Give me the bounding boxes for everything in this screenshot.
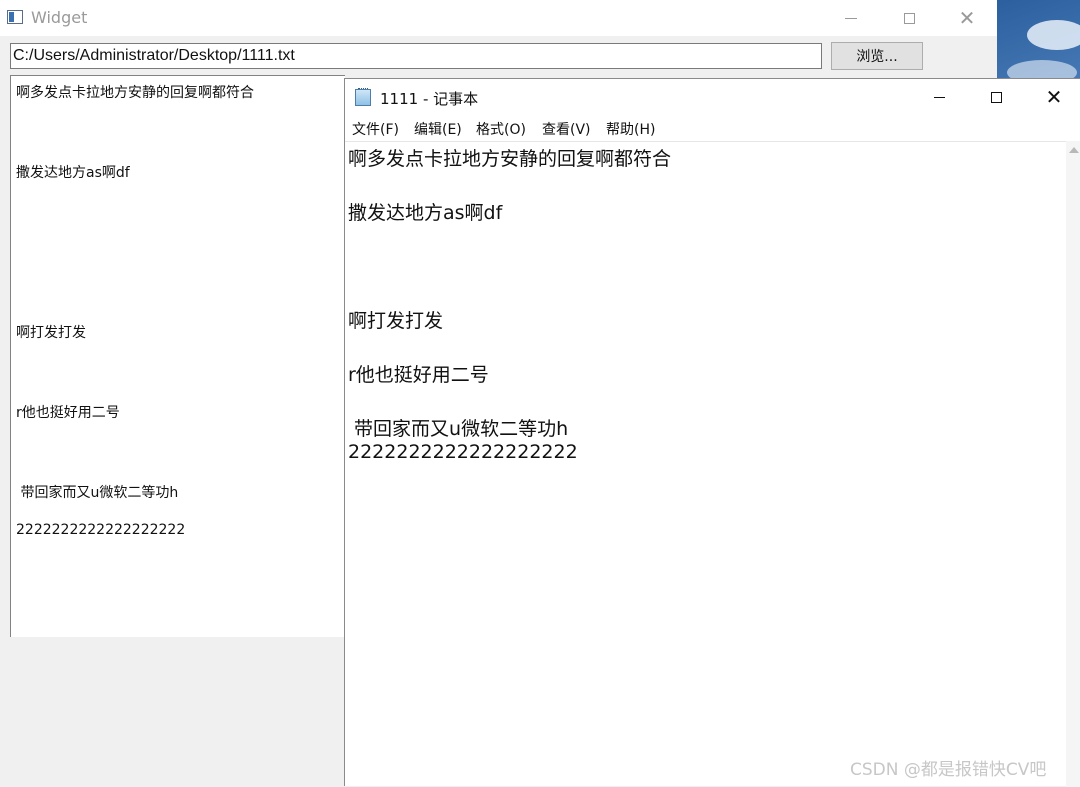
app-window-icon (7, 10, 23, 24)
text-line: 2222222222222222222 (16, 522, 186, 538)
notepad-close-button[interactable]: ✕ (1025, 79, 1080, 115)
text-line: 带回家而又u微软二等功h (16, 485, 179, 501)
maximize-icon (990, 91, 1002, 103)
text-line: r他也挺好用二号 (16, 405, 120, 421)
notepad-maximize-button[interactable] (967, 79, 1025, 115)
file-path-input[interactable] (10, 43, 822, 69)
notepad-window: 1111 - 记事本 ✕ 文件(F) 编辑(E) 格式(O) 查看(V) 帮助(… (344, 78, 1080, 787)
text-line: 啊多发点卡拉地方安静的回复啊都符合 (16, 85, 254, 101)
cloud-shape (1027, 20, 1080, 50)
widget-titlebar[interactable]: Widget ✕ (0, 0, 997, 36)
notepad-menubar: 文件(F) 编辑(E) 格式(O) 查看(V) 帮助(H) (345, 117, 1080, 139)
notepad-minimize-button[interactable] (910, 79, 968, 115)
menu-view[interactable]: 查看(V) (542, 119, 591, 139)
browse-button[interactable]: 浏览... (831, 42, 923, 70)
vertical-scrollbar[interactable] (1066, 141, 1080, 787)
text-line: r他也挺好用二号 (348, 364, 489, 386)
minimize-button[interactable] (822, 0, 880, 36)
maximize-button[interactable] (880, 0, 938, 36)
close-icon: ✕ (1045, 85, 1063, 109)
scroll-up-arrow-icon[interactable] (1069, 147, 1079, 153)
watermark: CSDN @都是报错快CV吧 (850, 760, 1047, 780)
menu-help[interactable]: 帮助(H) (606, 119, 655, 139)
text-line: 撒发达地方as啊df (16, 165, 130, 181)
text-line: 撒发达地方as啊df (348, 202, 503, 224)
maximize-icon (903, 12, 915, 24)
menu-edit[interactable]: 编辑(E) (414, 119, 462, 139)
widget-title: Widget (31, 8, 88, 27)
notepad-text-area[interactable]: 啊多发点卡拉地方安静的回复啊都符合 撒发达地方as啊df 啊打发打发 r他也挺好… (345, 141, 1066, 787)
text-line: 带回家而又u微软二等功h (348, 418, 569, 440)
notepad-icon (355, 88, 371, 106)
minimize-icon (845, 17, 857, 19)
text-line: 啊多发点卡拉地方安静的回复啊都符合 (348, 148, 672, 170)
close-button[interactable]: ✕ (938, 0, 996, 36)
menu-format[interactable]: 格式(O) (476, 119, 526, 139)
close-icon: ✕ (958, 6, 976, 30)
widget-text-area[interactable]: 啊多发点卡拉地方安静的回复啊都符合 撒发达地方as啊df 啊打发打发 r他也挺好… (10, 75, 345, 637)
notepad-title: 1111 - 记事本 (380, 90, 479, 108)
menu-file[interactable]: 文件(F) (352, 119, 399, 139)
text-line: 啊打发打发 (16, 325, 86, 341)
notepad-titlebar[interactable]: 1111 - 记事本 ✕ (345, 79, 1080, 115)
minimize-icon (933, 96, 945, 98)
text-line: 啊打发打发 (348, 310, 444, 332)
text-line: 2222222222222222222 (348, 441, 578, 463)
